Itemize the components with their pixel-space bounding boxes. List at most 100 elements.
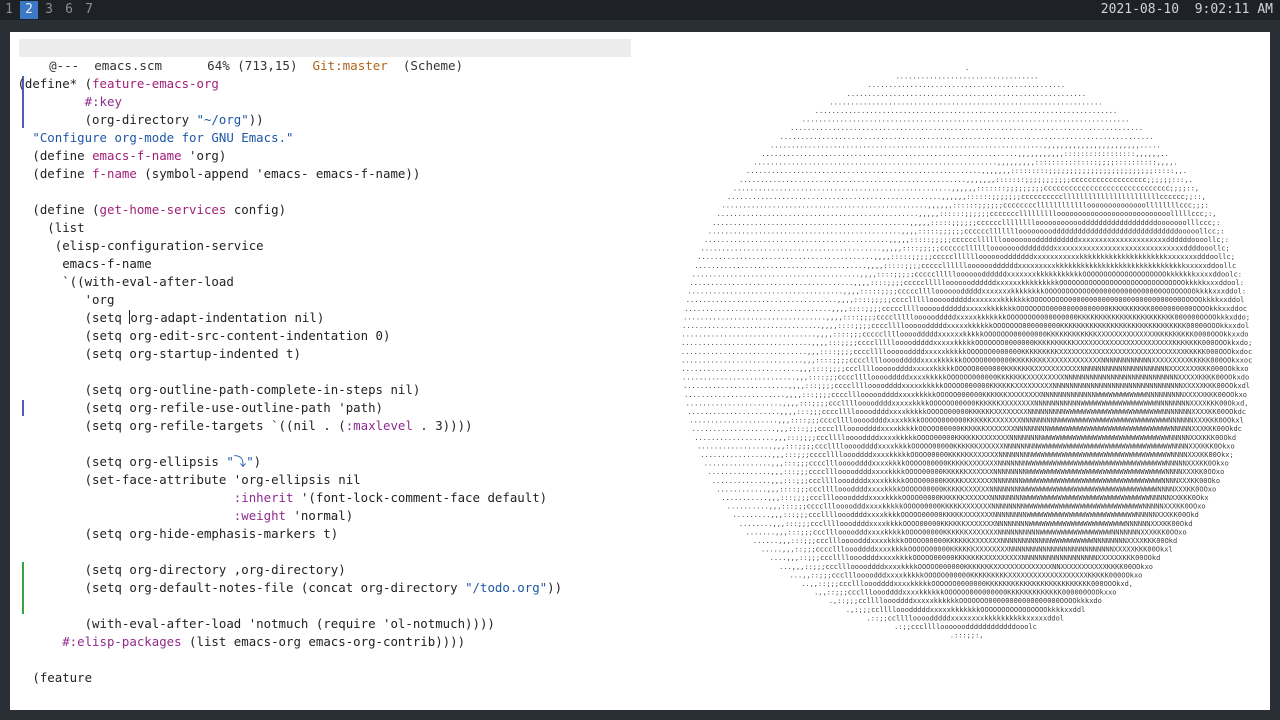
code-text: (symbol-append 'emacs- emacs-f-name)) bbox=[136, 166, 421, 181]
code-line[interactable]: (elisp-configuration-service bbox=[10, 237, 640, 255]
ascii-art-row: ........................................… bbox=[697, 253, 1235, 261]
ascii-art-row: ..............................,,,::::;;;… bbox=[681, 348, 1252, 356]
ascii-art-row: .,::;;;cclllloooddddxxxxxkkkkkkOOOOOOO00… bbox=[829, 597, 1102, 605]
ascii-art-row: .............................,,,::::;;;;… bbox=[681, 356, 1252, 364]
code-line[interactable]: #:elisp-packages (list emacs-org emacs-o… bbox=[10, 633, 640, 651]
token-fn: get-home-services bbox=[99, 202, 227, 217]
ascii-art-row: .........,,,:::;;;ccclllloooddddxxxxkkkk… bbox=[733, 511, 1199, 519]
code-text: (setq org-refile-use-outline-path 'path) bbox=[10, 400, 383, 415]
ascii-art-row: ...............,,,:::;;;cccclllooooddddx… bbox=[708, 468, 1225, 476]
code-text: (define bbox=[10, 166, 93, 181]
code-line[interactable]: :weight 'normal) bbox=[10, 507, 640, 525]
code-line[interactable]: (setq org-hide-emphasis-markers t) bbox=[10, 525, 640, 543]
code-line[interactable]: :inherit '(font-lock-comment-face defaul… bbox=[10, 489, 640, 507]
ascii-art-row: ........................................… bbox=[746, 167, 1187, 175]
ascii-art-row: ...................,,,:::;;;;ccclllloooo… bbox=[694, 434, 1236, 442]
token-str: "Configure org-mode for GNU Emacs." bbox=[32, 130, 294, 145]
token-kw: #:key bbox=[84, 94, 122, 109]
code-text: emacs-f-name bbox=[10, 256, 152, 271]
ascii-art-row: .....................................,,,… bbox=[688, 288, 1247, 296]
ascii-art-row: ........................................… bbox=[692, 270, 1242, 278]
code-line[interactable]: `((with-eval-after-load bbox=[10, 273, 640, 291]
code-line[interactable]: (define f-name (symbol-append 'emacs- em… bbox=[10, 165, 640, 183]
code-text: (elisp-configuration-service bbox=[10, 238, 264, 253]
modeline-buffer-name[interactable]: emacs.scm bbox=[94, 58, 162, 73]
ascii-art-row: ........................................… bbox=[727, 193, 1206, 201]
ascii-art-row: ..........,,,:::;;;ccccllloooodddxxxxkkk… bbox=[727, 503, 1206, 511]
workspace-3[interactable]: 3 bbox=[40, 1, 58, 19]
clock: 2021-08-10 9:02:11 AM bbox=[1101, 0, 1273, 20]
code-text: (setq org-refile-targets `((nil . ( bbox=[10, 418, 346, 433]
ascii-art-row: ...............................,,,,:::;;… bbox=[681, 339, 1252, 347]
code-text: (setq org-startup-indented t) bbox=[10, 346, 301, 361]
ascii-art-row: ........,,,:::;;;ccclllloooddddxxxxkkkkO… bbox=[739, 520, 1193, 528]
emacs-frame: @--- emacs.scm 64% (713,15) Git:master (… bbox=[10, 32, 1270, 710]
code-line[interactable]: (org-directory "~/org")) bbox=[10, 111, 640, 129]
code-text: config) bbox=[226, 202, 287, 217]
ascii-art-row: ....,,,::;;;ccclllloooddddxxxxkkkkOOOOO0… bbox=[770, 554, 1161, 562]
code-text: )) bbox=[547, 580, 563, 595]
code-line[interactable]: (set-face-attribute 'org-ellipsis nil bbox=[10, 471, 640, 489]
code-line[interactable]: "Configure org-mode for GNU Emacs." bbox=[10, 129, 640, 147]
code-line[interactable]: (setq org-edit-src-content-indentation 0… bbox=[10, 327, 640, 345]
code-line[interactable] bbox=[10, 435, 640, 453]
ascii-art-row: ........................................… bbox=[712, 219, 1220, 227]
ascii-art-row: ........................................… bbox=[847, 90, 1086, 98]
code-line[interactable]: #:key bbox=[10, 93, 640, 111]
code-line[interactable]: 'org bbox=[10, 291, 640, 309]
modeline-git-branch[interactable]: Git:master bbox=[313, 58, 388, 73]
code-line[interactable]: (setq org-refile-targets `((nil . (:maxl… bbox=[10, 417, 640, 435]
code-text: (setq bbox=[10, 310, 130, 325]
code-editor[interactable]: (define* (feature-emacs-org #:key (org-d… bbox=[10, 75, 640, 687]
code-text: (setq org-directory ,org-directory) bbox=[10, 562, 346, 577]
code-text: '(font-lock-comment-face default) bbox=[293, 490, 548, 505]
code-line[interactable] bbox=[10, 543, 640, 561]
ascii-art-row: ......................,,,,:::;;;ccccllll… bbox=[687, 408, 1246, 416]
code-text: (define* ( bbox=[10, 76, 93, 91]
code-text: 'org bbox=[10, 292, 115, 307]
code-text: . 3)))) bbox=[412, 418, 473, 433]
code-line[interactable]: (setq org-refile-use-outline-path 'path) bbox=[10, 399, 640, 417]
code-line[interactable]: (define* (feature-emacs-org bbox=[10, 75, 640, 93]
code-line[interactable]: (setq org-directory ,org-directory) bbox=[10, 561, 640, 579]
code-line[interactable] bbox=[10, 363, 640, 381]
ascii-art-row: ........................,,,,:::;;;;ccccl… bbox=[684, 391, 1247, 399]
code-text: (set-face-attribute 'org-ellipsis nil bbox=[10, 472, 361, 487]
code-text: (with-eval-after-load 'notmuch (require … bbox=[10, 616, 495, 631]
code-line[interactable]: (define emacs-f-name 'org) bbox=[10, 147, 640, 165]
modeline-position: 64% (713,15) bbox=[207, 58, 298, 73]
token-str: "⤵" bbox=[226, 454, 254, 469]
ascii-art-row: ........................................… bbox=[704, 236, 1229, 244]
ascii-art-row: ........................................… bbox=[761, 150, 1168, 158]
ascii-art-row: .::;;cclllloooodddddxxxxxxxxkkkkkkkkkkxx… bbox=[867, 614, 1064, 622]
code-line[interactable] bbox=[10, 651, 640, 669]
code-line[interactable]: (feature bbox=[10, 669, 640, 687]
ascii-art-row: ........................................… bbox=[733, 184, 1199, 192]
ascii-art-row: ................................,,,,::::… bbox=[682, 331, 1249, 339]
token-fn: f-name bbox=[92, 166, 137, 181]
clock-date: 2021-08-10 bbox=[1100, 2, 1180, 17]
code-line[interactable]: (define (get-home-services config) bbox=[10, 201, 640, 219]
code-line[interactable]: (setq org-startup-indented t) bbox=[10, 345, 640, 363]
ascii-art-row: ..............,,,:::;;;ccclllloooddddxxx… bbox=[712, 477, 1220, 485]
ascii-art-row: .......................,,,,:::;;;;ccclll… bbox=[686, 399, 1249, 407]
workspace-6[interactable]: 6 bbox=[60, 1, 78, 19]
workspace-1[interactable]: 1 bbox=[0, 1, 18, 19]
ascii-art-row: .:;;cccllllooooooddddddddddddooolc bbox=[894, 623, 1037, 631]
code-line[interactable]: (with-eval-after-load 'notmuch (require … bbox=[10, 615, 640, 633]
ascii-art-row: ............,,,::::;;;ccclllloooddddxxxx… bbox=[716, 485, 1216, 493]
code-line[interactable]: emacs-f-name bbox=[10, 255, 640, 273]
code-line[interactable] bbox=[10, 183, 640, 201]
code-line[interactable]: (setq org-ellipsis "⤵") bbox=[10, 453, 640, 471]
code-text: (setq org-default-notes-file (concat org… bbox=[10, 580, 466, 595]
code-line[interactable]: (setq org-adapt-indentation nil) bbox=[10, 309, 640, 327]
code-line[interactable] bbox=[10, 597, 640, 615]
code-line[interactable]: (setq org-default-notes-file (concat org… bbox=[10, 579, 640, 597]
workspace-7[interactable]: 7 bbox=[80, 1, 98, 19]
modeline-major-mode[interactable]: (Scheme) bbox=[403, 58, 463, 73]
code-line[interactable]: (setq org-outline-path-complete-in-steps… bbox=[10, 381, 640, 399]
code-line[interactable]: (list bbox=[10, 219, 640, 237]
code-text: (setq org-ellipsis bbox=[10, 454, 227, 469]
workspace-2[interactable]: 2 bbox=[20, 1, 38, 19]
